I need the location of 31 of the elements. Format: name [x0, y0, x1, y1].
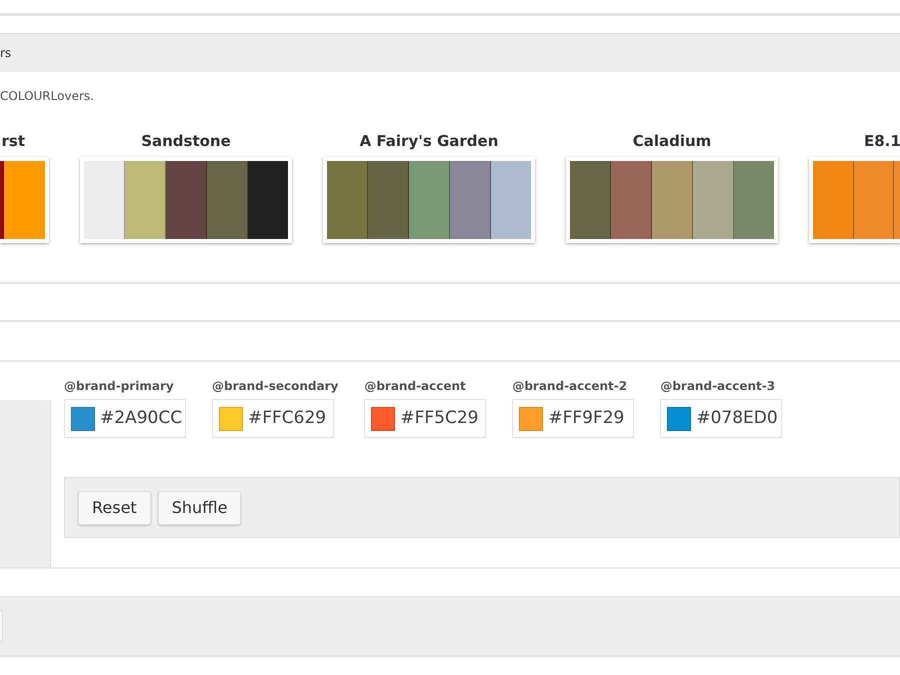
color-swatch[interactable]	[519, 406, 544, 430]
color-swatch[interactable]	[71, 406, 95, 430]
palette-title: rst	[0, 131, 26, 151]
variable-label: @brand-primary	[64, 379, 175, 394]
color-swatch[interactable]	[219, 406, 243, 430]
palette-title: E8.1	[863, 131, 900, 151]
palette-title: Caladium	[632, 131, 712, 151]
color-input-field[interactable]: #FFC629	[212, 399, 334, 438]
color-input-field[interactable]: #FF9F29	[512, 399, 634, 438]
hex-input[interactable]: #2A90CC	[100, 406, 185, 432]
hex-input[interactable]: #078ED0	[696, 406, 782, 432]
palette-card[interactable]	[80, 157, 292, 243]
color-input-field[interactable]: #2A90CC	[64, 399, 186, 438]
color-swatch[interactable]	[371, 406, 396, 430]
color-input-field[interactable]: #FF5C29	[364, 399, 486, 438]
palette-title: A Fairy's Garden	[358, 131, 500, 151]
palette-card[interactable]	[323, 157, 535, 243]
variable-label: @brand-accent-2	[512, 379, 628, 394]
variable-label: @brand-secondary	[212, 379, 338, 394]
hex-input[interactable]: #FFC629	[248, 406, 333, 432]
hex-input[interactable]: #FF5C29	[400, 406, 486, 432]
panel-title: rs	[0, 45, 12, 62]
palette-title: Sandstone	[140, 131, 232, 151]
color-swatch[interactable]	[667, 406, 692, 430]
variable-label: @brand-accent	[364, 379, 467, 394]
action-button[interactable]: Reset	[78, 490, 151, 524]
hex-input[interactable]: #FF9F29	[548, 406, 634, 432]
action-button[interactable]: Shuffle	[158, 490, 242, 524]
variable-label: @brand-accent-3	[660, 379, 776, 394]
color-input-field[interactable]: #078ED0	[660, 399, 782, 438]
description-text: COLOURLovers.	[0, 89, 95, 104]
